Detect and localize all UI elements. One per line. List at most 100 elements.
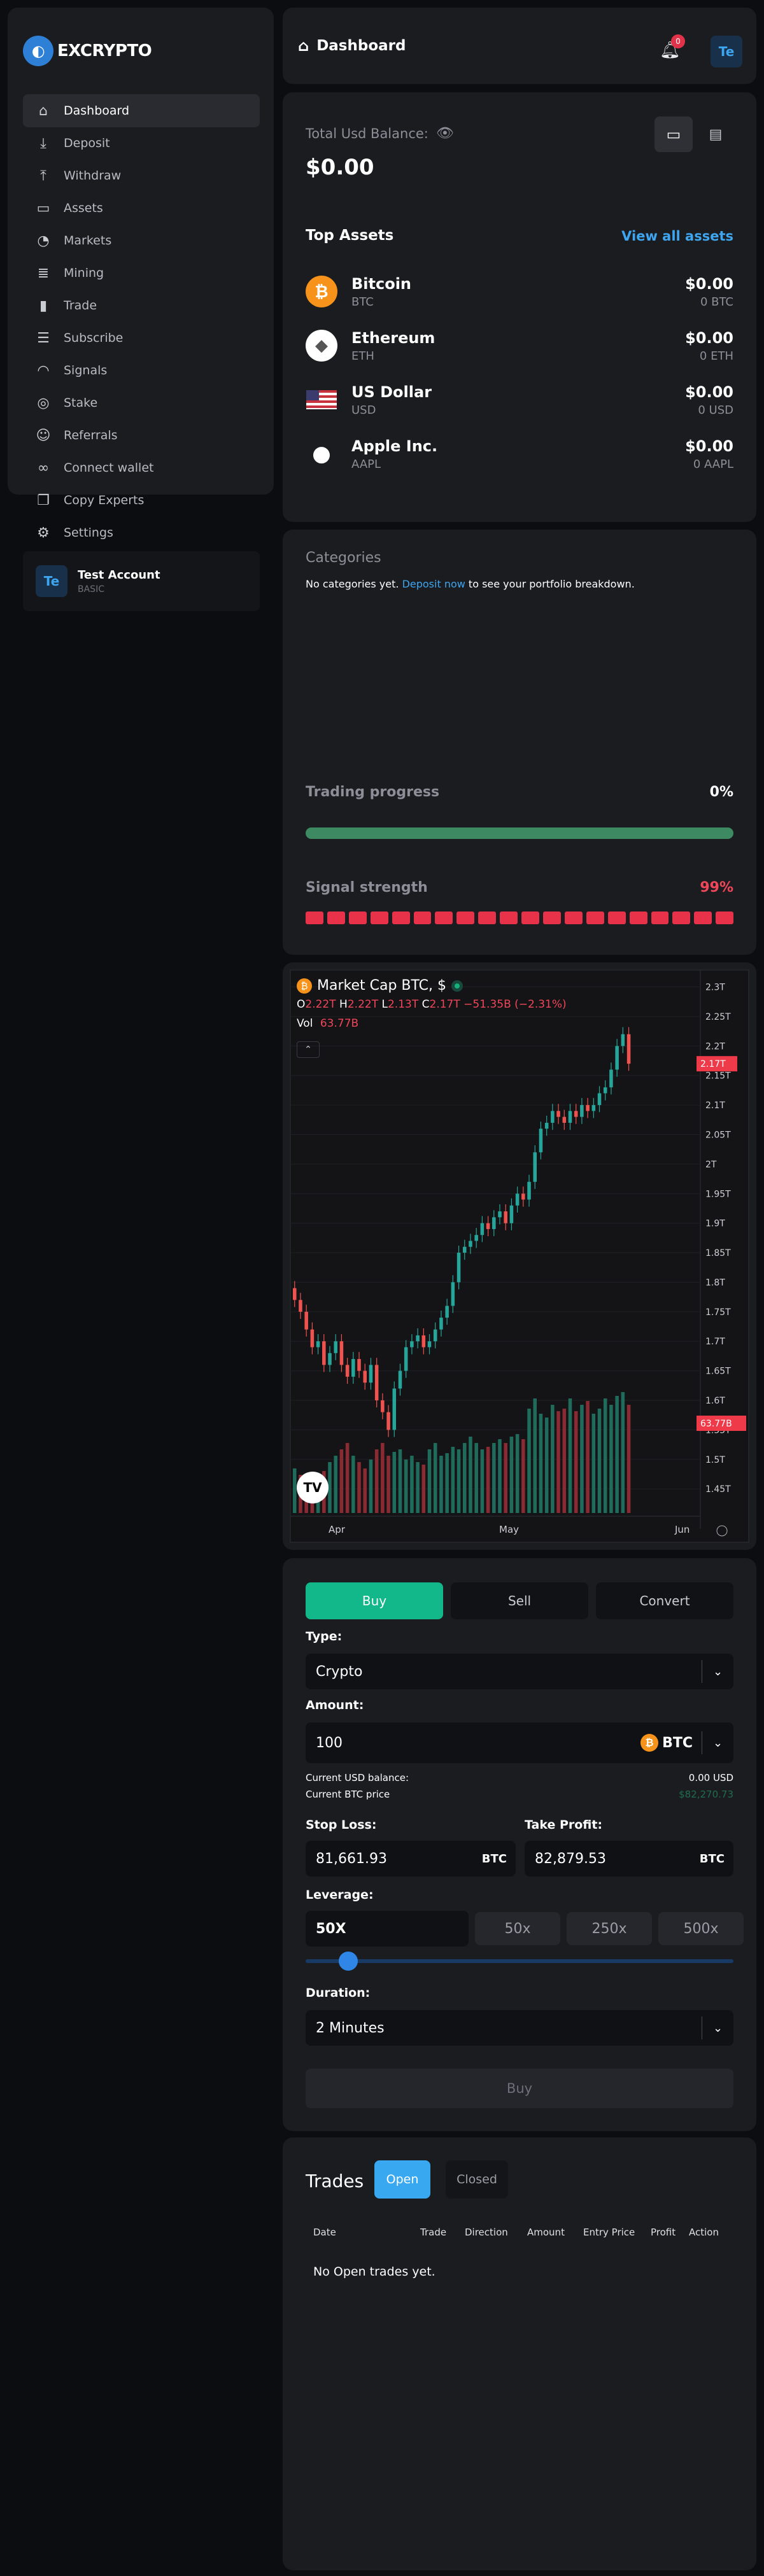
candle-body xyxy=(609,1069,613,1088)
sidebar-item-withdraw[interactable]: ⤒ Withdraw xyxy=(23,159,260,192)
brand-logo[interactable]: ◐ EXCRYPTO xyxy=(23,36,152,66)
volume-bar xyxy=(597,1409,602,1513)
column-header: Action xyxy=(689,2227,719,2238)
signal-segment xyxy=(392,911,410,924)
leverage-input[interactable]: 50X xyxy=(306,1911,469,1946)
sidebar-item-copy-experts[interactable]: ❐ Copy Experts xyxy=(23,484,260,517)
home-icon: ⌂ xyxy=(39,102,48,119)
sidebar-item-deposit[interactable]: ⤓ Deposit xyxy=(23,127,260,160)
candle-body xyxy=(433,1329,437,1342)
leverage-slider-thumb[interactable] xyxy=(339,1952,358,1971)
candle-body xyxy=(597,1093,602,1106)
sidebar-item-assets[interactable]: ▭ Assets xyxy=(23,192,260,225)
eye-icon[interactable]: 👁︎ xyxy=(436,125,454,141)
sidebar-item-settings[interactable]: ⚙ Settings xyxy=(23,516,260,549)
volume-bar xyxy=(456,1449,461,1513)
view-all-assets-link[interactable]: View all assets xyxy=(621,229,733,244)
candle-body xyxy=(299,1300,302,1312)
sidebar-item-subscribe[interactable]: ☰ Subscribe xyxy=(23,321,260,355)
account-tier: BASIC xyxy=(78,584,104,595)
asset-symbol: BTC xyxy=(351,295,374,309)
candle-body xyxy=(386,1412,390,1430)
trading-progress-value: 0% xyxy=(709,784,733,800)
leverage-option-50x[interactable]: 50x xyxy=(475,1912,560,1945)
aapl-icon: ● xyxy=(312,441,331,467)
sidebar-item-label: Settings xyxy=(64,526,113,540)
take-profit-value: 82,879.53 xyxy=(535,1850,606,1867)
asset-symbol: USD xyxy=(351,403,376,417)
price-tick-label: 2.05T xyxy=(705,1130,731,1141)
column-header: Date xyxy=(313,2227,336,2238)
candle-body xyxy=(304,1311,308,1330)
copy-icon: ❐ xyxy=(37,492,50,509)
chevron-down-icon: ⌄ xyxy=(702,2016,733,2039)
asset-value-block: $0.00 0 ETH xyxy=(685,329,733,363)
tab-convert[interactable]: Convert xyxy=(596,1582,733,1619)
candle-body xyxy=(410,1341,414,1348)
us-flag-icon xyxy=(306,390,337,409)
avatar[interactable]: Te xyxy=(711,36,742,67)
sidebar-item-stake[interactable]: ◎ Stake xyxy=(23,386,260,419)
tab-sell[interactable]: Sell xyxy=(451,1582,588,1619)
asset-amount: 0 AAPL xyxy=(693,457,733,471)
ohlc-readout: O2.22T H2.22T L2.13T C2.17T −51.35B (−2.… xyxy=(297,998,567,1011)
take-profit-input[interactable]: 82,879.53 BTC xyxy=(525,1841,733,1876)
account-card[interactable]: Te Test Account BASIC xyxy=(23,551,260,611)
signal-segment xyxy=(306,911,323,924)
sidebar-item-markets[interactable]: ◔ Markets xyxy=(23,224,260,257)
tab-buy[interactable]: Buy xyxy=(306,1582,443,1619)
deposit-now-link[interactable]: Deposit now xyxy=(402,578,465,590)
sidebar-item-dashboard[interactable]: ⌂ Dashboard xyxy=(23,94,260,127)
wallet-view-button[interactable]: ▭ xyxy=(654,116,693,152)
ohlc-h-label: H xyxy=(339,998,348,1011)
stop-loss-label: Stop Loss: xyxy=(306,1818,377,1832)
market-cap-chart[interactable]: 2.3T 2.25T 2.2T 2.15T 2.1T 2.05T 2T 1.95T 1.9T 1.… xyxy=(283,962,756,1550)
wifi-icon: ◠ xyxy=(37,362,50,379)
price-tick-label: 1.75T xyxy=(705,1307,731,1318)
trades-tab-open[interactable]: Open xyxy=(374,2160,430,2199)
candle-body xyxy=(334,1341,337,1353)
signal-segment xyxy=(694,911,712,924)
leverage-option-500x[interactable]: 500x xyxy=(658,1912,744,1945)
submit-buy-button[interactable]: Buy xyxy=(306,2069,733,2108)
ohlc-h: 2.22T xyxy=(347,998,379,1011)
sidebar-item-mining[interactable]: ≣ Mining xyxy=(23,257,260,290)
amount-currency-select[interactable]: ₿ BTC xyxy=(640,1734,693,1752)
sidebar-item-signals[interactable]: ◠ Signals xyxy=(23,354,260,387)
column-header: Amount xyxy=(527,2227,565,2238)
tradingview-logo-icon[interactable]: TV xyxy=(297,1472,329,1503)
candle-body xyxy=(574,1111,578,1117)
sidebar-item-label: Stake xyxy=(64,396,98,410)
chart-title: Market Cap BTC, $ xyxy=(317,978,447,994)
candle-body xyxy=(439,1318,443,1330)
asset-value-block: $0.00 0 USD xyxy=(685,383,733,417)
stop-loss-input[interactable]: 81,661.93 BTC xyxy=(306,1841,516,1876)
chevron-down-icon[interactable]: ⌄ xyxy=(702,1731,733,1754)
ohlc-l-label: L xyxy=(381,998,388,1011)
duration-select[interactable]: 2 Minutes ⌄ xyxy=(306,2010,733,2046)
trades-tab-closed[interactable]: Closed xyxy=(446,2160,508,2199)
asset-row[interactable]: ◆ Ethereum ETH $0.00 0 ETH xyxy=(306,323,733,368)
categories-title: Categories xyxy=(306,550,381,566)
candle-body xyxy=(392,1388,397,1430)
sidebar-item-referrals[interactable]: ☺ Referrals xyxy=(23,419,260,452)
sidebar-item-connect-wallet[interactable]: ∞ Connect wallet xyxy=(23,451,260,484)
list-view-button[interactable]: ▤ xyxy=(697,116,735,152)
collapse-legend-button[interactable]: ⌃ xyxy=(297,1041,320,1058)
candle-body xyxy=(551,1111,555,1123)
coins-icon: ◎ xyxy=(37,395,50,411)
trades-empty-text: No Open trades yet. xyxy=(313,2265,435,2279)
signal-strength-bar xyxy=(306,911,734,924)
asset-row[interactable]: ₿ Bitcoin BTC $0.00 0 BTC xyxy=(306,269,733,314)
asset-row[interactable]: ● Apple Inc. AAPL $0.00 0 AAPL xyxy=(306,432,733,476)
amount-input[interactable]: 100 ₿ BTC ⌄ xyxy=(306,1722,733,1763)
sidebar-item-trade[interactable]: ▮ Trade xyxy=(23,289,260,322)
candle-body xyxy=(626,1034,631,1064)
volume-bar xyxy=(374,1449,379,1513)
sidebar-item-label: Connect wallet xyxy=(64,461,154,475)
type-select[interactable]: Crypto ⌄ xyxy=(306,1654,733,1689)
leverage-option-250x[interactable]: 250x xyxy=(567,1912,652,1945)
asset-value: $0.00 xyxy=(685,274,733,293)
leverage-slider-track[interactable] xyxy=(306,1959,733,1963)
asset-row[interactable]: US Dollar USD $0.00 0 USD xyxy=(306,377,733,422)
